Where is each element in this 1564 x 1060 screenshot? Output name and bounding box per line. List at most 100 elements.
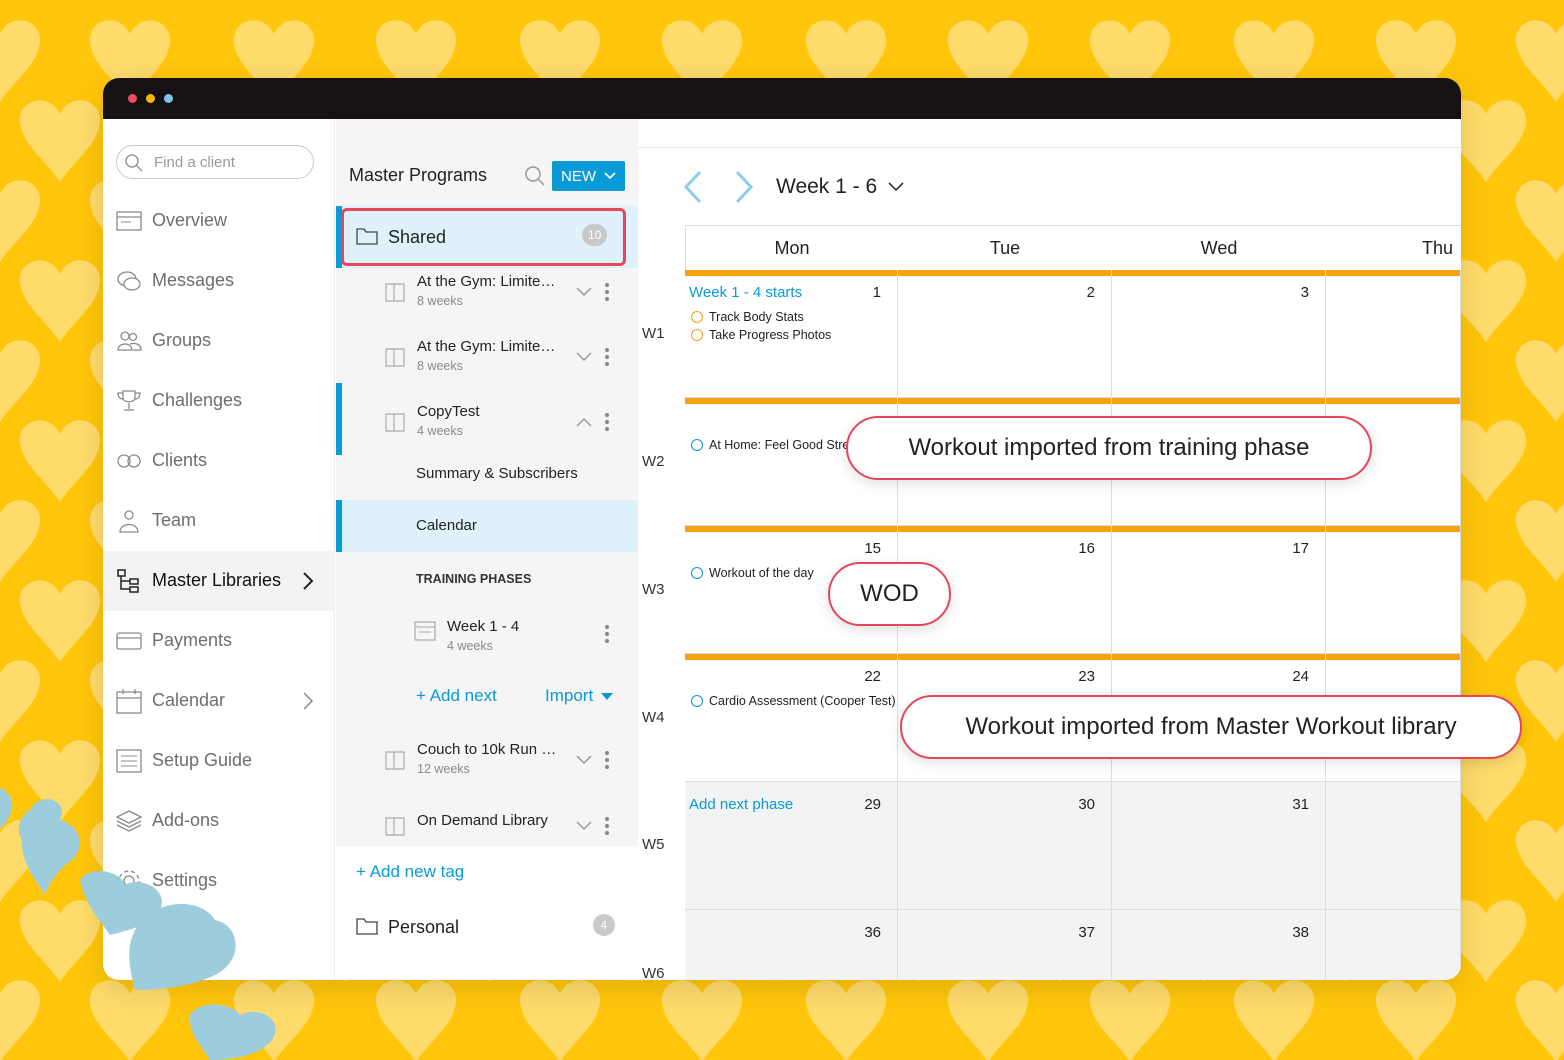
date-number: 31: [1292, 796, 1309, 813]
date-number: 15: [864, 540, 881, 557]
day-cell[interactable]: [1326, 910, 1461, 980]
more-options-icon[interactable]: [604, 347, 610, 367]
date-number: 3: [1300, 284, 1309, 301]
sidebar-item-clients[interactable]: Clients: [103, 431, 335, 491]
program-item[interactable]: At the Gym: Limite… 8 weeks: [336, 261, 638, 325]
clients-icon: [117, 454, 141, 468]
day-cell[interactable]: 37: [898, 910, 1112, 980]
panel-title: Master Programs: [349, 165, 488, 185]
sidebar-item-payments[interactable]: Payments: [103, 611, 335, 671]
more-options-icon[interactable]: [604, 412, 610, 432]
search-icon[interactable]: [524, 165, 546, 187]
task-label: Track Body Stats: [709, 310, 804, 324]
more-options-icon[interactable]: [604, 624, 610, 644]
more-options-icon[interactable]: [604, 282, 610, 302]
list-icon: [116, 749, 142, 773]
search-input[interactable]: Find a client: [116, 145, 314, 179]
phase-bar: [898, 398, 1111, 404]
day-cell[interactable]: 31: [1112, 782, 1326, 910]
caret-down-icon[interactable]: [601, 693, 613, 701]
date-number: 16: [1078, 540, 1095, 557]
team-icon: [119, 510, 139, 533]
workout-circle-icon: [691, 695, 703, 707]
workout-item[interactable]: At Home: Feel Good Stretch: [691, 438, 856, 452]
minimize-dot[interactable]: [146, 94, 155, 103]
week-label: W3: [642, 581, 665, 598]
new-button[interactable]: NEW: [552, 161, 625, 191]
phase-bar: [1112, 270, 1325, 276]
phase-bar: [1112, 526, 1325, 532]
maximize-dot[interactable]: [164, 94, 173, 103]
more-options-icon[interactable]: [604, 816, 610, 836]
sidebar-item-groups[interactable]: Groups: [103, 311, 335, 371]
chevron-down-icon[interactable]: [576, 287, 592, 297]
program-item[interactable]: At the Gym: Limite… 8 weeks: [336, 326, 638, 390]
program-duration: 12 weeks: [417, 762, 470, 776]
sidebar-item-messages[interactable]: Messages: [103, 251, 335, 311]
new-button-label: NEW: [561, 168, 596, 185]
task-item[interactable]: Track Body Stats: [691, 310, 891, 324]
day-label: Wed: [1200, 238, 1238, 258]
import-button[interactable]: Import: [545, 686, 593, 706]
sidebar-item-overview[interactable]: Overview: [103, 191, 335, 251]
phase-start-label[interactable]: Week 1 - 4 starts: [689, 284, 802, 301]
day-cell[interactable]: [1326, 270, 1461, 398]
program-item[interactable]: Couch to 10k Run … 12 weeks: [336, 729, 638, 793]
add-next-phase-button[interactable]: + Add next: [416, 686, 497, 706]
program-item-copytest[interactable]: CopyTest 4 weeks: [336, 383, 638, 455]
program-name: CopyTest: [417, 403, 480, 420]
sidebar-item-master-libraries[interactable]: Master Libraries: [103, 551, 335, 611]
decorative-blue-hearts: [0, 788, 276, 1060]
workout-item[interactable]: Cardio Assessment (Cooper Test): [691, 694, 895, 708]
week-range-selector[interactable]: Week 1 - 6: [776, 175, 877, 199]
day-cell[interactable]: Week 1 - 4 starts 1 Track Body Stats Tak…: [685, 270, 898, 398]
day-cell[interactable]: 38: [1112, 910, 1326, 980]
chevron-up-icon[interactable]: [576, 417, 592, 427]
task-item[interactable]: Take Progress Photos: [691, 328, 891, 342]
add-next-phase-link[interactable]: Add next phase: [689, 796, 793, 813]
phase-item[interactable]: Week 1 - 4 4 weeks: [336, 607, 638, 671]
workout-circle-icon: [691, 439, 703, 451]
day-cell[interactable]: 3: [1112, 270, 1326, 398]
date-number: 38: [1292, 924, 1309, 941]
next-week-arrow-icon[interactable]: [733, 169, 755, 205]
phase-bar: [1326, 526, 1460, 532]
day-header-wed: Wed: [1112, 225, 1326, 270]
sidebar-item-challenges[interactable]: Challenges: [103, 371, 335, 431]
add-new-tag-button[interactable]: + Add new tag: [356, 862, 464, 882]
close-dot[interactable]: [128, 94, 137, 103]
sidebar-item-label: Calendar: [152, 690, 226, 710]
sidebar-item-team[interactable]: Team: [103, 491, 335, 551]
phase-bar: [685, 526, 897, 532]
task-circle-icon: [691, 329, 703, 341]
day-cell[interactable]: 30: [898, 782, 1112, 910]
chevron-down-icon[interactable]: [576, 821, 592, 831]
day-cell[interactable]: [1326, 526, 1461, 654]
week-label: W1: [642, 325, 665, 342]
day-cell[interactable]: 17: [1112, 526, 1326, 654]
prev-week-arrow-icon[interactable]: [682, 169, 704, 205]
sidebar-item-label: Payments: [152, 630, 233, 650]
overview-icon: [116, 211, 142, 231]
chevron-down-icon[interactable]: [576, 755, 592, 765]
book-icon: [385, 751, 405, 770]
folder-personal[interactable]: Personal 4: [336, 896, 638, 958]
day-cell[interactable]: 2: [898, 270, 1112, 398]
calendar-link-row[interactable]: Calendar: [336, 500, 638, 552]
day-cell[interactable]: Add next phase 29: [685, 782, 898, 910]
summary-subscribers-link[interactable]: Summary & Subscribers: [416, 465, 578, 482]
sidebar-item-calendar[interactable]: Calendar: [103, 671, 335, 731]
day-cell[interactable]: 22 Cardio Assessment (Cooper Test): [685, 654, 898, 782]
task-circle-icon: [691, 311, 703, 323]
workout-label: Cardio Assessment (Cooper Test): [709, 694, 895, 708]
day-cell[interactable]: [1326, 782, 1461, 910]
day-label: Tue: [989, 238, 1021, 258]
program-name: At the Gym: Limite…: [417, 338, 556, 355]
chevron-down-icon[interactable]: [576, 352, 592, 362]
shared-folder-highlight: [341, 208, 626, 266]
folder-icon: [356, 918, 378, 935]
more-options-icon[interactable]: [604, 750, 610, 770]
chevron-down-icon[interactable]: [888, 182, 904, 192]
day-cell[interactable]: 36: [685, 910, 898, 980]
trophy-icon: [117, 390, 141, 411]
